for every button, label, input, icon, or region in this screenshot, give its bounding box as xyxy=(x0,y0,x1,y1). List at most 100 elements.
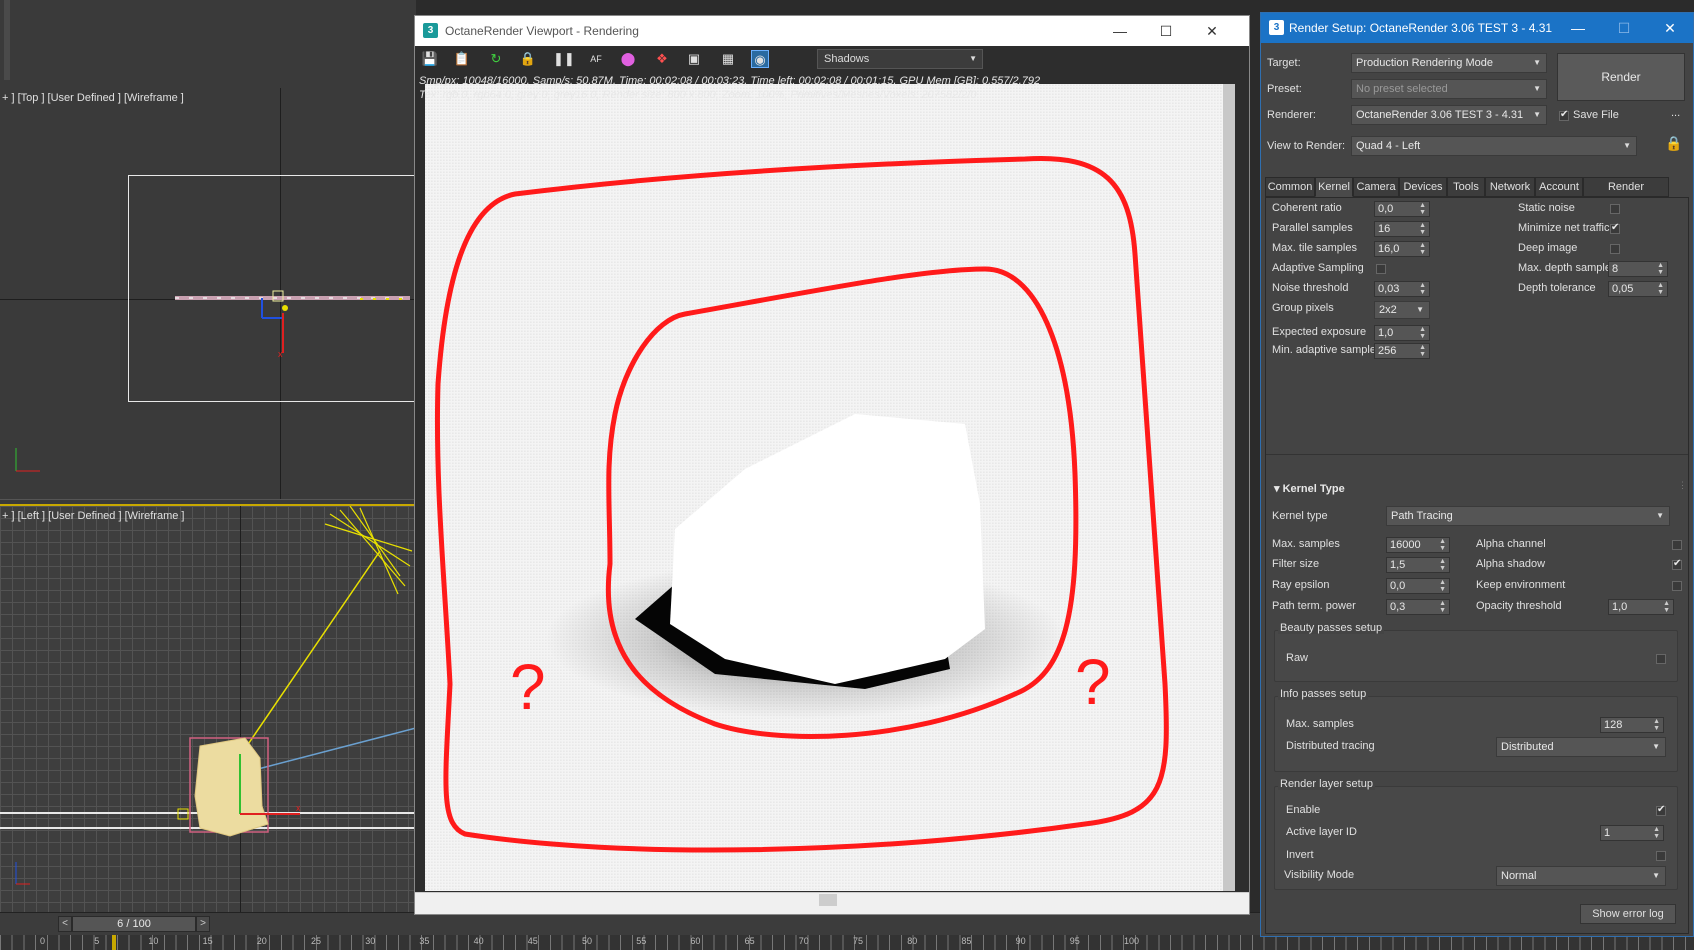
info-max-samples-spinner[interactable]: 128 ▲ ▼ xyxy=(1600,717,1664,733)
noise-threshold-spinner[interactable]: 0,03 ▲ ▼ xyxy=(1374,281,1430,297)
chevron-down-icon: ▼ xyxy=(969,54,977,63)
keep-environment-checkbox[interactable] xyxy=(1672,581,1682,591)
coherent-ratio-label: Coherent ratio xyxy=(1272,202,1342,214)
next-frame-button[interactable]: > xyxy=(196,916,210,932)
pause-icon[interactable]: ❚❚ xyxy=(553,50,575,68)
group-pixels-select[interactable]: 2x2 ▼ xyxy=(1374,301,1430,319)
minimize-icon[interactable]: — xyxy=(1097,16,1143,46)
more-options-button[interactable]: ... xyxy=(1671,107,1680,119)
opacity-threshold-spinner[interactable]: 1,0 ▲ ▼ xyxy=(1608,599,1674,615)
copy-clipboard-icon[interactable]: 📋 xyxy=(453,50,471,68)
octane-render-view[interactable]: ? ? Smp/px: 10048/16000, Samp/s: 50,87M,… xyxy=(415,72,1249,906)
viewport-top-objects: x xyxy=(15,290,410,472)
close-icon[interactable]: ✕ xyxy=(1647,13,1693,43)
active-layer-id-spinner[interactable]: 1 ▲ ▼ xyxy=(1600,825,1664,841)
opacity-threshold-label: Opacity threshold xyxy=(1476,600,1562,612)
path-term-power-spinner[interactable]: 0,3 ▲ ▼ xyxy=(1386,599,1450,615)
octane-viewport-window[interactable]: 3 OctaneRender Viewport - Rendering — ☐ … xyxy=(414,15,1250,915)
render-pass-select[interactable]: Shadows ▼ xyxy=(817,49,983,69)
show-error-log-button[interactable]: Show error log xyxy=(1580,904,1676,924)
parallel-samples-spinner[interactable]: 16 ▲ ▼ xyxy=(1374,221,1430,237)
tab-render-elements[interactable]: Render Elements xyxy=(1583,177,1669,211)
expected-exposure-spinner[interactable]: 1,0 ▲ ▼ xyxy=(1374,325,1430,341)
visibility-mode-select[interactable]: Normal ▼ xyxy=(1496,866,1666,886)
save-file-checkbox[interactable] xyxy=(1559,109,1569,121)
raw-checkbox[interactable] xyxy=(1656,654,1666,664)
viewport-left[interactable]: x + ] [Left ] [User Defined ] [Wireframe… xyxy=(0,504,416,912)
adaptive-sampling-checkbox[interactable] xyxy=(1376,264,1386,274)
beauty-passes-title: Beauty passes setup xyxy=(1278,622,1385,634)
lock-icon[interactable]: 🔒 xyxy=(519,50,537,68)
depth-tolerance-spinner[interactable]: 0,05 ▲ ▼ xyxy=(1608,281,1668,297)
close-icon[interactable]: ✕ xyxy=(1189,16,1235,46)
chevron-down-icon: ▼ xyxy=(1533,110,1541,119)
kernel-type-section-header[interactable]: ▾ Kernel Type xyxy=(1274,482,1345,495)
time-marker[interactable] xyxy=(112,935,116,950)
drag-handle-icon[interactable]: ⋮⋮ xyxy=(1678,480,1688,491)
horizontal-scroll-thumb[interactable] xyxy=(819,894,837,906)
save-render-icon[interactable]: 💾 xyxy=(421,50,439,68)
view-to-render-select[interactable]: Quad 4 - Left ▼ xyxy=(1351,136,1637,156)
render-setup-titlebar[interactable]: 3 Render Setup: OctaneRender 3.06 TEST 3… xyxy=(1261,13,1693,43)
tab-account[interactable]: Account xyxy=(1535,177,1583,197)
af-focus-icon[interactable]: AF xyxy=(587,50,605,68)
max-tile-samples-label: Max. tile samples xyxy=(1272,242,1357,254)
target-select[interactable]: Production Rendering Mode ▼ xyxy=(1351,53,1547,73)
tab-devices[interactable]: Devices xyxy=(1399,177,1447,197)
ray-epsilon-spinner[interactable]: 0,0 ▲ ▼ xyxy=(1386,578,1450,594)
prev-frame-button[interactable]: < xyxy=(58,916,72,932)
max-tile-samples-spinner[interactable]: 16,0 ▲ ▼ xyxy=(1374,241,1430,257)
minimize-net-traffic-checkbox[interactable] xyxy=(1610,222,1620,234)
target-value: Production Rendering Mode xyxy=(1356,57,1493,69)
coherent-ratio-spinner[interactable]: 0,0 ▲ ▼ xyxy=(1374,201,1430,217)
restart-render-icon[interactable]: ↻ xyxy=(487,50,505,68)
enable-checkbox[interactable] xyxy=(1656,804,1666,816)
deep-image-checkbox[interactable] xyxy=(1610,244,1620,254)
minimize-icon[interactable]: — xyxy=(1555,13,1601,43)
viewport-scroll-edge xyxy=(4,0,10,80)
tab-network[interactable]: Network xyxy=(1485,177,1535,197)
horizontal-scrollbar[interactable] xyxy=(415,892,1249,906)
viewport-top[interactable]: x + ] [Top ] [User Defined ] [Wireframe … xyxy=(0,88,416,500)
invert-checkbox[interactable] xyxy=(1656,851,1666,861)
region-render-icon[interactable]: ▣ xyxy=(685,50,703,68)
distributed-tracing-select[interactable]: Distributed ▼ xyxy=(1496,737,1666,757)
film-region-icon[interactable]: ▦ xyxy=(719,50,737,68)
maximize-icon[interactable]: ☐ xyxy=(1143,16,1189,46)
lock-icon[interactable]: 🔒 xyxy=(1665,135,1682,152)
max-samples-spinner[interactable]: 16000 ▲ ▼ xyxy=(1386,537,1450,553)
static-noise-checkbox[interactable] xyxy=(1610,204,1620,214)
material-picker-icon[interactable]: ❖ xyxy=(653,50,671,68)
time-ruler[interactable] xyxy=(0,935,1694,950)
alpha-channel-checkbox[interactable] xyxy=(1672,540,1682,550)
alpha-shadow-label: Alpha shadow xyxy=(1476,558,1546,570)
camera-view-icon[interactable]: ◉ xyxy=(751,50,769,68)
time-slider[interactable]: 6 / 100 xyxy=(72,916,196,932)
render-setup-window[interactable]: 3 Render Setup: OctaneRender 3.06 TEST 3… xyxy=(1260,12,1694,937)
render-button[interactable]: Render xyxy=(1557,53,1685,101)
filter-size-spinner[interactable]: 1,5 ▲ ▼ xyxy=(1386,557,1450,573)
viewport-top-label[interactable]: + ] [Top ] [User Defined ] [Wireframe ] xyxy=(2,92,184,104)
preset-select[interactable]: No preset selected ▼ xyxy=(1351,79,1547,99)
renderer-select[interactable]: OctaneRender 3.06 TEST 3 - 4.31 ▼ xyxy=(1351,105,1547,125)
kernel-type-select[interactable]: Path Tracing ▼ xyxy=(1386,506,1670,526)
tab-common[interactable]: Common xyxy=(1265,177,1315,197)
tab-camera[interactable]: Camera xyxy=(1353,177,1399,197)
min-adaptive-sample-spinner[interactable]: 256 ▲ ▼ xyxy=(1374,343,1430,359)
color-picker-icon[interactable]: ⬤ xyxy=(619,50,637,68)
chevron-down-icon: ▼ xyxy=(1652,742,1660,751)
path-term-power-label: Path term. power xyxy=(1272,600,1356,612)
group-pixels-value: 2x2 xyxy=(1379,304,1397,316)
render-image[interactable]: ? ? xyxy=(425,84,1235,891)
timeline-tick-label: 0 xyxy=(40,936,46,946)
enable-label: Enable xyxy=(1286,804,1321,816)
alpha-shadow-checkbox[interactable] xyxy=(1672,558,1682,570)
render-setup-tabs: Common Kernel Camera Devices Tools Netwo… xyxy=(1265,177,1689,211)
viewport-left-label[interactable]: + ] [Left ] [User Defined ] [Wireframe ] xyxy=(2,510,184,522)
maximize-icon[interactable]: ☐ xyxy=(1601,13,1647,43)
spinner-arrows-icon: ▲ ▼ xyxy=(1419,282,1426,296)
tab-kernel[interactable]: Kernel xyxy=(1315,177,1353,197)
tab-tools[interactable]: Tools xyxy=(1447,177,1485,197)
octane-titlebar[interactable]: 3 OctaneRender Viewport - Rendering — ☐ … xyxy=(415,16,1249,46)
max-depth-samples-spinner[interactable]: 8 ▲ ▼ xyxy=(1608,261,1668,277)
